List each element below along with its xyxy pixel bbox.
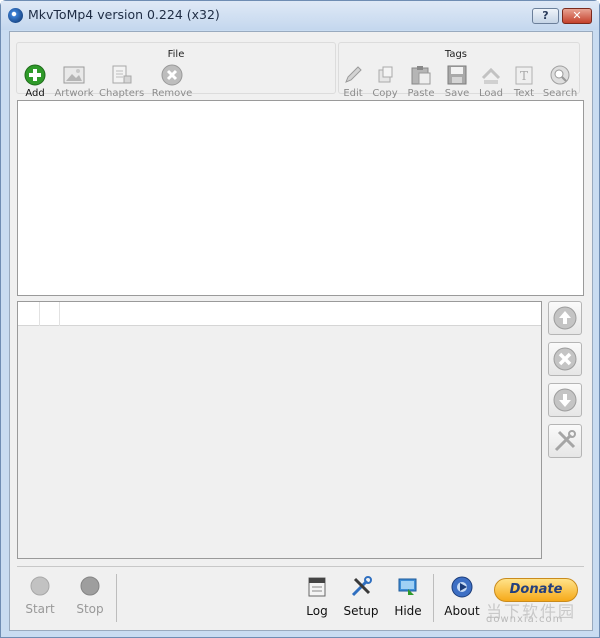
bottom-separator	[17, 566, 584, 567]
tags-group-title: Tags	[444, 49, 467, 60]
pencil-icon	[342, 64, 364, 86]
app-logo-icon	[8, 8, 23, 23]
remove-icon	[161, 64, 183, 86]
save-label: Save	[444, 88, 470, 99]
log-icon	[308, 577, 326, 597]
log-label: Log	[306, 604, 328, 618]
chapters-button[interactable]: Chapters	[99, 64, 145, 99]
file-info-panel[interactable]	[17, 100, 584, 296]
title-bar[interactable]: MkvToMp4 version 0.224 (x32) ? ✕	[1, 1, 599, 30]
window-title: MkvToMp4 version 0.224 (x32)	[28, 7, 220, 22]
file-toolbar-group: File Add Artwork Chapters Remove	[16, 42, 336, 99]
paste-icon	[410, 64, 432, 86]
chapters-label: Chapters	[99, 88, 145, 99]
stop-icon	[80, 576, 100, 596]
artwork-icon	[63, 64, 85, 86]
tags-toolbar-group: Tags Edit Copy Paste Save Load T Text Se…	[338, 42, 580, 99]
about-label: About	[444, 604, 480, 618]
start-icon	[30, 576, 50, 596]
track-list[interactable]	[17, 301, 542, 559]
move-up-button[interactable]	[548, 301, 582, 335]
column-header[interactable]	[40, 302, 60, 326]
paste-button[interactable]: Paste	[403, 64, 439, 99]
vertical-divider	[116, 574, 117, 622]
artwork-button[interactable]: Artwork	[53, 64, 95, 99]
add-icon	[24, 64, 46, 86]
start-button[interactable]: Start	[20, 576, 60, 616]
search-label: Search	[542, 88, 578, 99]
track-tools-button[interactable]	[548, 424, 582, 458]
file-group-title: File	[167, 49, 185, 60]
start-label: Start	[25, 602, 55, 616]
hide-button[interactable]: Hide	[393, 576, 423, 618]
copy-icon	[374, 64, 396, 86]
log-button[interactable]: Log	[302, 576, 332, 618]
copy-button[interactable]: Copy	[367, 64, 403, 99]
delete-icon	[553, 347, 577, 371]
column-header[interactable]	[18, 302, 40, 326]
track-list-header	[18, 302, 541, 326]
arrow-up-icon	[553, 306, 577, 330]
vertical-divider	[433, 574, 434, 622]
copy-label: Copy	[372, 88, 398, 99]
help-button[interactable]: ?	[532, 8, 559, 24]
move-down-button[interactable]	[548, 383, 582, 417]
setup-label: Setup	[343, 604, 379, 618]
edit-label: Edit	[343, 88, 363, 99]
about-button[interactable]: About	[444, 576, 480, 618]
close-button[interactable]: ✕	[562, 8, 592, 24]
setup-icon	[351, 576, 372, 597]
paste-label: Paste	[407, 88, 435, 99]
text-icon: T	[513, 64, 535, 86]
svg-text:T: T	[520, 69, 528, 83]
add-label: Add	[25, 88, 45, 99]
main-window: MkvToMp4 version 0.224 (x32) ? ✕ File Ad…	[0, 0, 600, 638]
text-button[interactable]: T Text	[506, 64, 542, 99]
about-icon	[451, 576, 473, 598]
stop-label: Stop	[76, 602, 104, 616]
remove-button[interactable]: Remove	[151, 64, 193, 99]
tools-icon	[554, 430, 576, 452]
add-button[interactable]: Add	[17, 64, 53, 99]
save-button[interactable]: Save	[439, 64, 475, 99]
load-button[interactable]: Load	[473, 64, 509, 99]
client-area: File Add Artwork Chapters Remove Tags Ed…	[9, 31, 593, 631]
hide-icon	[398, 578, 417, 595]
watermark: downxia.com	[486, 614, 564, 625]
text-label: Text	[513, 88, 535, 99]
chapters-icon	[110, 64, 132, 86]
search-icon	[549, 64, 571, 86]
edit-button[interactable]: Edit	[335, 64, 371, 99]
save-icon	[446, 64, 468, 86]
remove-label: Remove	[151, 88, 193, 99]
load-icon	[480, 64, 502, 86]
artwork-label: Artwork	[54, 88, 94, 99]
setup-button[interactable]: Setup	[343, 576, 379, 618]
arrow-down-icon	[553, 388, 577, 412]
load-label: Load	[479, 88, 503, 99]
delete-track-button[interactable]	[548, 342, 582, 376]
search-button[interactable]: Search	[542, 64, 578, 99]
stop-button[interactable]: Stop	[70, 576, 110, 616]
hide-label: Hide	[394, 604, 422, 618]
